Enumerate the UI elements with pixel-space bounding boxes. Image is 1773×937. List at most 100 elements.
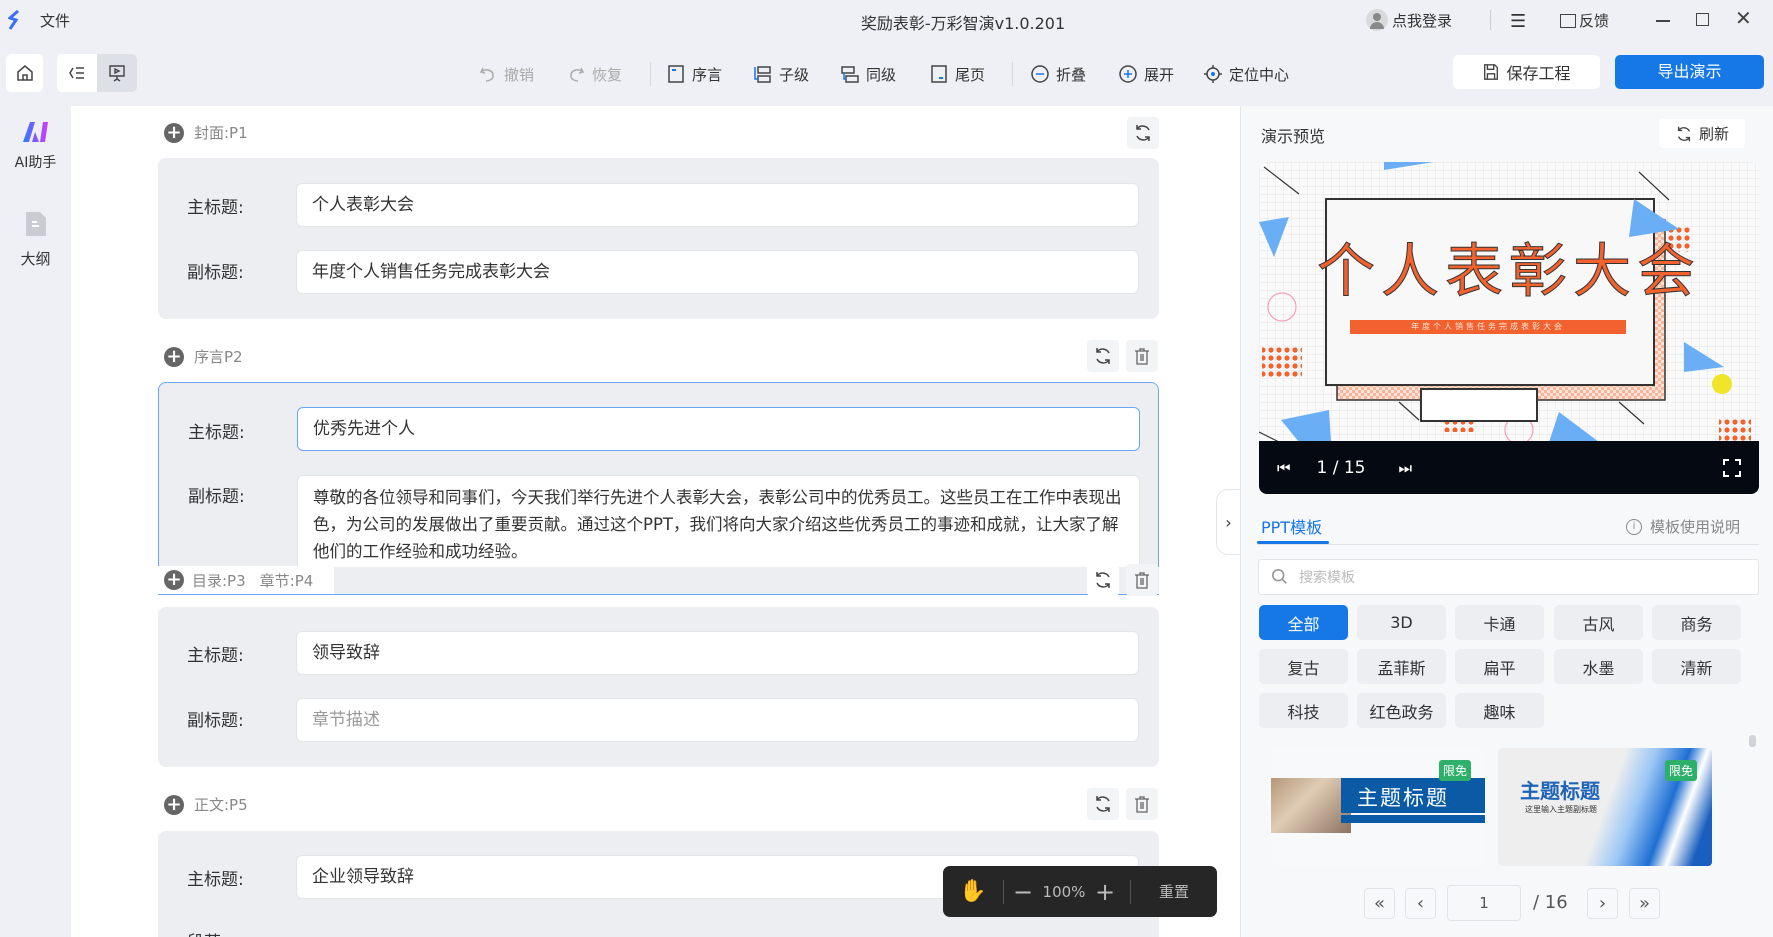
category-chip[interactable]: 趣味 <box>1455 693 1544 728</box>
sibling-button[interactable]: 同级 <box>840 62 896 86</box>
save-project-button[interactable]: 保存工程 <box>1453 55 1600 89</box>
child-button[interactable]: 子级 <box>753 62 809 86</box>
template-card[interactable]: 主题标题 限免 <box>1271 748 1485 866</box>
hand-tool-icon[interactable]: ✋ <box>943 879 1003 904</box>
subtitle-textarea[interactable]: 尊敬的各位领导和同事们，今天我们举行先进个人表彰大会，表彰公司中的优秀员工。这些… <box>297 475 1140 575</box>
category-chip[interactable]: 卡通 <box>1455 605 1544 640</box>
category-chip[interactable]: 古风 <box>1554 605 1643 640</box>
add-section-icon[interactable]: + <box>164 346 184 367</box>
panel-collapse-handle[interactable]: › <box>1216 489 1240 555</box>
delete-button[interactable] <box>1126 564 1158 596</box>
trash-icon <box>1135 348 1149 365</box>
home-button[interactable] <box>6 54 43 92</box>
fullscreen-icon[interactable] <box>1723 458 1741 477</box>
category-chip[interactable]: 水墨 <box>1554 649 1643 684</box>
category-chip[interactable]: 红色政务 <box>1357 693 1446 728</box>
preface-button[interactable]: 序言 <box>666 62 722 86</box>
player-controls: ⏮ 1 / 15 ⏭ <box>1259 441 1759 494</box>
regenerate-button[interactable] <box>1087 788 1119 820</box>
subtitle-input[interactable]: 年度个人销售任务完成表彰大会 <box>296 250 1139 294</box>
redo-button[interactable]: 恢复 <box>566 62 622 86</box>
section-header: + 正文:P5 <box>164 794 248 815</box>
section-header: + 序言P2 <box>164 346 243 367</box>
section-card: 主标题: 领导致辞 副标题: 章节描述 <box>158 607 1159 767</box>
category-chip[interactable]: 商务 <box>1652 605 1741 640</box>
collapse-button[interactable]: 折叠 <box>1030 62 1086 86</box>
maximize-icon[interactable] <box>1696 13 1709 26</box>
first-slide-button[interactable]: ⏮ <box>1277 459 1291 477</box>
ending-button[interactable]: 尾页 <box>929 62 985 86</box>
login-button[interactable]: 点我登录 <box>1366 9 1452 31</box>
view-toggle[interactable] <box>57 54 137 92</box>
section-label: 序言P2 <box>194 348 243 366</box>
section-label: 封面:P1 <box>194 124 248 142</box>
preview-refresh-button[interactable]: 刷新 <box>1659 119 1745 148</box>
add-section-icon[interactable]: + <box>164 570 184 590</box>
add-section-icon[interactable]: + <box>164 794 184 815</box>
main-title-input[interactable]: 个人表彰大会 <box>296 183 1139 227</box>
redo-label: 恢复 <box>592 65 623 84</box>
close-icon[interactable]: ✕ <box>1735 6 1752 30</box>
add-section-icon[interactable]: + <box>164 122 184 143</box>
category-chip[interactable]: 全部 <box>1259 605 1348 640</box>
category-chip[interactable]: 科技 <box>1259 693 1348 728</box>
sidebar-item-ai[interactable]: AI助手 <box>0 120 71 172</box>
subtitle-input[interactable]: 章节描述 <box>296 698 1139 742</box>
field-label: 主标题: <box>187 198 244 218</box>
section-label: 章节:P4 <box>259 571 314 590</box>
tabs-divider <box>1257 544 1759 545</box>
zoom-in-button[interactable]: + <box>1086 878 1124 906</box>
first-page-button[interactable]: « <box>1364 888 1395 919</box>
main-title-input[interactable]: 领导致辞 <box>296 631 1139 675</box>
category-chip[interactable]: 扁平 <box>1455 649 1544 684</box>
category-chip[interactable]: 3D <box>1357 605 1446 640</box>
field-label: 主标题: <box>187 646 244 666</box>
undo-icon <box>479 67 494 82</box>
tab-ppt-templates[interactable]: PPT模板 <box>1261 514 1322 538</box>
refresh-icon <box>1096 796 1110 812</box>
template-photo <box>1271 778 1351 833</box>
template-card[interactable]: 主题标题 这里输入主题副标题 限免 <box>1498 748 1712 866</box>
zoom-out-button[interactable]: − <box>1004 878 1042 906</box>
zoom-reset-button[interactable]: 重置 <box>1131 881 1217 902</box>
home-icon <box>16 65 33 81</box>
next-page-button[interactable]: › <box>1587 888 1618 919</box>
slide-preview: 个人表彰大会 年度个人销售任务完成表彰大会 ⏮ 1 / 15 ⏭ <box>1259 162 1759 494</box>
preview-view-button[interactable] <box>97 54 137 92</box>
category-chip[interactable]: 孟菲斯 <box>1357 649 1446 684</box>
field-label: 副标题: <box>187 263 244 283</box>
sidebar-label: 大纲 <box>20 250 51 268</box>
delete-button[interactable] <box>1126 788 1158 820</box>
category-chip[interactable]: 复古 <box>1259 649 1348 684</box>
template-help-link[interactable]: i 模板使用说明 <box>1626 516 1740 537</box>
undo-button[interactable]: 撤销 <box>478 62 534 86</box>
last-page-button[interactable]: » <box>1629 888 1660 919</box>
ending-page-icon <box>931 65 947 83</box>
template-search[interactable]: 搜索模板 <box>1258 559 1759 595</box>
export-button[interactable]: 导出演示 <box>1615 55 1764 89</box>
locate-center-button[interactable]: 定位中心 <box>1203 62 1289 86</box>
sibling-label: 同级 <box>866 65 897 84</box>
minimize-icon[interactable] <box>1656 20 1670 22</box>
delete-button[interactable] <box>1126 340 1158 372</box>
target-icon <box>1204 65 1222 83</box>
regenerate-button[interactable] <box>1127 117 1159 149</box>
regenerate-button[interactable] <box>1087 340 1119 372</box>
template-subtitle: 这里输入主题副标题 <box>1525 805 1597 814</box>
regenerate-button[interactable] <box>1087 564 1119 596</box>
prev-page-button[interactable]: ‹ <box>1405 888 1436 919</box>
page-input[interactable]: 1 <box>1447 885 1521 921</box>
main-title-input[interactable]: 优秀先进个人 <box>297 407 1140 451</box>
expand-button[interactable]: 展开 <box>1118 62 1174 86</box>
last-slide-button[interactable]: ⏭ <box>1399 459 1413 477</box>
menu-icon[interactable]: ☰ <box>1510 11 1526 32</box>
outline-view-button[interactable] <box>57 54 97 92</box>
editor-canvas[interactable]: + 封面:P1 主标题: 个人表彰大会 副标题: 年度个人销售任务完成表彰大会 +… <box>71 106 1240 937</box>
sidebar-item-outline[interactable]: 大纲 <box>0 210 71 269</box>
zoom-toolbar: ✋ − 100% + 重置 <box>943 866 1217 917</box>
feedback-button[interactable]: 反馈 <box>1560 10 1609 31</box>
slide-title: 个人表彰大会 <box>1316 237 1701 306</box>
template-scrollbar[interactable] <box>1749 735 1756 747</box>
category-chip[interactable]: 清新 <box>1652 649 1741 684</box>
preface-label: 序言 <box>692 65 723 84</box>
